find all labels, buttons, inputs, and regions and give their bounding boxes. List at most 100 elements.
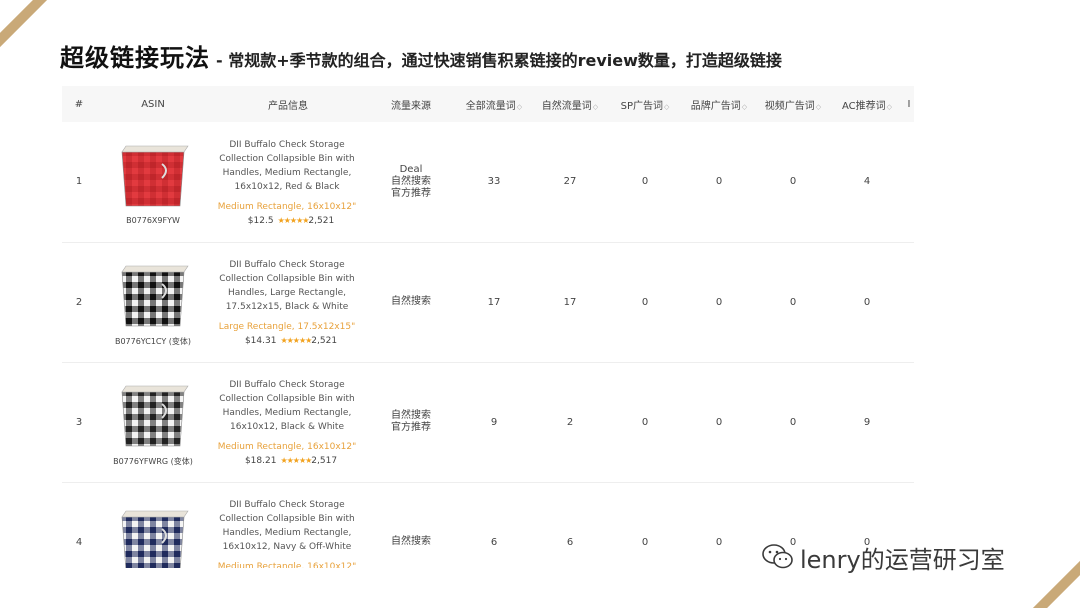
header-sp-keywords[interactable]: SP广告词◇ bbox=[608, 86, 682, 122]
header-ac-keywords[interactable]: AC推荐词◇ bbox=[830, 86, 904, 122]
ac-keywords-value: 4 bbox=[830, 122, 904, 243]
product-variant: Medium Rectangle, 16x10x12" bbox=[217, 442, 357, 452]
ac-keywords-value: 0 bbox=[830, 242, 904, 363]
header-asin: ASIN bbox=[96, 86, 210, 122]
sp-keywords-value: 0 bbox=[608, 482, 682, 568]
product-image[interactable] bbox=[114, 138, 192, 210]
overflow-cell bbox=[904, 122, 914, 243]
product-meta: $12.5 ★★★★★2,521 bbox=[216, 216, 366, 226]
sp-keywords-value: 0 bbox=[608, 362, 682, 483]
overflow-cell bbox=[904, 242, 914, 363]
product-price: $12.5 bbox=[247, 215, 274, 226]
row-index: 3 bbox=[62, 362, 96, 483]
traffic-source-item: 自然搜索 bbox=[391, 410, 431, 421]
product-info-cell: DII Buffalo Check Storage Collection Col… bbox=[210, 122, 366, 243]
product-title[interactable]: DII Buffalo Check Storage Collection Col… bbox=[216, 258, 358, 314]
row-index: 1 bbox=[62, 122, 96, 243]
table-row[interactable]: 3 B0776YFWRG (变体) DII Buffalo Check Storag… bbox=[62, 362, 914, 483]
traffic-source-cell: 自然搜索 官方推荐 bbox=[366, 362, 456, 483]
watermark: lenry的运营研习室 bbox=[762, 537, 1005, 577]
total-keywords-value: 17 bbox=[456, 242, 532, 363]
product-image[interactable] bbox=[114, 258, 192, 330]
traffic-source-item: 官方推荐 bbox=[391, 422, 431, 433]
review-count: 2,517 bbox=[311, 456, 338, 466]
review-count: 2,521 bbox=[311, 336, 338, 346]
slide-title-main: 超级链接玩法 bbox=[60, 44, 210, 72]
total-keywords-value: 33 bbox=[456, 122, 532, 243]
header-total-keywords[interactable]: 全部流量词◇ bbox=[456, 86, 532, 122]
rating-stars-icon: ★★★★★ bbox=[280, 336, 312, 345]
table-row[interactable]: 1 B0776X9FYW DII Buffalo Check Storage Col… bbox=[62, 122, 914, 243]
header-index: # bbox=[62, 86, 96, 122]
sort-icon[interactable]: ◇ bbox=[593, 103, 598, 111]
sort-icon[interactable]: ◇ bbox=[664, 103, 669, 111]
product-price: $14.31 bbox=[244, 336, 277, 346]
header-product-info: 产品信息 bbox=[210, 86, 366, 122]
product-meta: $18.21 ★★★★★2,517 bbox=[216, 456, 366, 466]
asin-cell: B0776YC1CY (变体) bbox=[96, 242, 210, 363]
natural-keywords-value: 27 bbox=[532, 122, 608, 243]
asin-value[interactable]: B0776X9FYW bbox=[126, 216, 180, 225]
asin-cell: B0776X9FYW bbox=[96, 122, 210, 243]
video-keywords-value: 0 bbox=[756, 122, 830, 243]
brand-keywords-value: 0 bbox=[682, 482, 756, 568]
brand-keywords-value: 0 bbox=[682, 242, 756, 363]
overflow-cell bbox=[904, 362, 914, 483]
row-index: 2 bbox=[62, 242, 96, 363]
header-more: I bbox=[904, 86, 914, 122]
traffic-source-item: Deal bbox=[399, 163, 423, 175]
header-video-keywords[interactable]: 视频广告词◇ bbox=[756, 86, 830, 122]
product-image[interactable] bbox=[114, 378, 192, 450]
brand-keywords-value: 0 bbox=[682, 122, 756, 243]
asin-value[interactable]: B0776YC1CY (变体) bbox=[115, 336, 191, 347]
natural-keywords-value: 6 bbox=[532, 482, 608, 568]
total-keywords-value: 9 bbox=[456, 362, 532, 483]
traffic-source-cell: Deal 自然搜索 官方推荐 bbox=[366, 122, 456, 243]
product-meta: $14.31 ★★★★★2,521 bbox=[216, 336, 366, 346]
product-table: # ASIN 产品信息 流量来源 全部流量词◇ 自然流量词◇ SP广告词◇ 品牌… bbox=[62, 86, 914, 568]
natural-keywords-value: 17 bbox=[532, 242, 608, 363]
sp-keywords-value: 0 bbox=[608, 122, 682, 243]
brand-keywords-value: 0 bbox=[682, 362, 756, 483]
row-index: 4 bbox=[62, 482, 96, 568]
product-title[interactable]: DII Buffalo Check Storage Collection Col… bbox=[216, 138, 358, 194]
corner-decoration-top-left bbox=[0, 0, 61, 51]
header-brand-keywords[interactable]: 品牌广告词◇ bbox=[682, 86, 756, 122]
watermark-text: lenry的运营研习室 bbox=[800, 545, 1005, 574]
sort-icon[interactable]: ◇ bbox=[887, 103, 892, 111]
rating-stars-icon: ★★★★★ bbox=[280, 456, 312, 465]
asin-cell: B0776YFWRG (变体) bbox=[96, 362, 210, 483]
corner-decoration-bottom-right bbox=[1019, 557, 1080, 608]
slide-title: 超级链接玩法 - 常规款+季节款的组合，通过快速销售积累链接的review数量，… bbox=[60, 38, 782, 72]
product-info-cell: DII Buffalo Check Storage Collection Col… bbox=[210, 242, 366, 363]
video-keywords-value: 0 bbox=[756, 362, 830, 483]
traffic-source-cell: 自然搜索 bbox=[366, 242, 456, 363]
sort-icon[interactable]: ◇ bbox=[816, 103, 821, 111]
traffic-source-item: 官方推荐 bbox=[391, 187, 431, 199]
product-variant: Medium Rectangle, 16x10x12" bbox=[217, 562, 357, 568]
table-header-row: # ASIN 产品信息 流量来源 全部流量词◇ 自然流量词◇ SP广告词◇ 品牌… bbox=[62, 86, 914, 122]
traffic-source-item: 自然搜索 bbox=[391, 536, 431, 547]
wechat-icon bbox=[762, 544, 793, 569]
product-info-cell: DII Buffalo Check Storage Collection Col… bbox=[210, 362, 366, 483]
rating-stars-icon: ★★★★★ bbox=[277, 215, 310, 225]
sp-keywords-value: 0 bbox=[608, 242, 682, 363]
product-price: $18.21 bbox=[244, 456, 277, 466]
asin-value[interactable]: B0776YFWRG (变体) bbox=[113, 456, 193, 467]
total-keywords-value: 6 bbox=[456, 482, 532, 568]
product-title[interactable]: DII Buffalo Check Storage Collection Col… bbox=[216, 498, 358, 554]
traffic-source-item: 自然搜索 bbox=[391, 296, 431, 307]
slide-title-subtitle: - 常规款+季节款的组合，通过快速销售积累链接的review数量，打造超级链接 bbox=[216, 51, 782, 70]
traffic-source-cell: 自然搜索 bbox=[366, 482, 456, 568]
header-natural-keywords[interactable]: 自然流量词◇ bbox=[532, 86, 608, 122]
product-image[interactable] bbox=[114, 503, 192, 568]
ac-keywords-value: 9 bbox=[830, 362, 904, 483]
sort-icon[interactable]: ◇ bbox=[517, 103, 522, 111]
asin-cell bbox=[96, 482, 210, 568]
traffic-source-item: 自然搜索 bbox=[391, 175, 431, 187]
product-info-cell: DII Buffalo Check Storage Collection Col… bbox=[210, 482, 366, 568]
review-count: 2,521 bbox=[308, 215, 335, 226]
table-row[interactable]: 2 B0776YC1CY (变体) DII Buffalo Check Storag… bbox=[62, 242, 914, 363]
product-title[interactable]: DII Buffalo Check Storage Collection Col… bbox=[216, 378, 358, 434]
sort-icon[interactable]: ◇ bbox=[742, 103, 747, 111]
